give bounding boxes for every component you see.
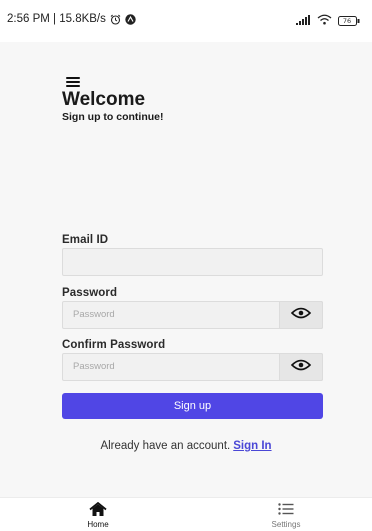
nav-label-home: Home	[87, 520, 109, 529]
nav-item-home[interactable]: Home	[53, 501, 143, 529]
alarm-clock-icon	[110, 14, 121, 25]
sign-in-prompt-text: Already have an account.	[100, 440, 231, 452]
password-field[interactable]: Password	[62, 301, 323, 329]
status-bar-right: 76	[296, 12, 360, 30]
status-bar-left: 2:56 PM | 15.8KB/s	[7, 13, 136, 25]
cell-signal-icon	[296, 12, 311, 30]
sign-in-link[interactable]: Sign In	[233, 440, 271, 452]
confirm-password-placeholder: Password	[73, 361, 115, 372]
password-label: Password	[62, 287, 118, 299]
nav-label-settings: Settings	[271, 520, 301, 529]
email-field[interactable]	[62, 248, 323, 276]
battery-level: 76	[342, 17, 352, 25]
eye-icon	[290, 358, 312, 376]
hamburger-menu-icon[interactable]	[66, 77, 80, 87]
battery-icon: 76	[338, 16, 360, 26]
password-placeholder: Password	[73, 309, 115, 320]
home-icon	[53, 501, 143, 517]
list-settings-icon	[241, 501, 331, 517]
status-time-speed: 2:56 PM | 15.8KB/s	[7, 13, 106, 25]
status-bar: 2:56 PM | 15.8KB/s 76	[0, 0, 372, 42]
wifi-icon	[317, 12, 332, 30]
eye-icon	[290, 306, 312, 324]
sign-up-button[interactable]: Sign up	[62, 393, 323, 419]
page-subtitle: Sign up to continue!	[62, 111, 164, 123]
password-visibility-toggle[interactable]	[279, 301, 323, 329]
email-label: Email ID	[62, 234, 109, 246]
sign-in-prompt: Already have an account. Sign In	[0, 440, 372, 452]
confirm-password-field[interactable]: Password	[62, 353, 323, 381]
notification-app-icon	[125, 13, 136, 25]
bottom-navigation: Home Settings	[0, 497, 372, 531]
nav-item-settings[interactable]: Settings	[241, 501, 331, 529]
confirm-password-label: Confirm Password	[62, 339, 166, 351]
confirm-password-visibility-toggle[interactable]	[279, 353, 323, 381]
page-title: Welcome	[62, 89, 146, 110]
